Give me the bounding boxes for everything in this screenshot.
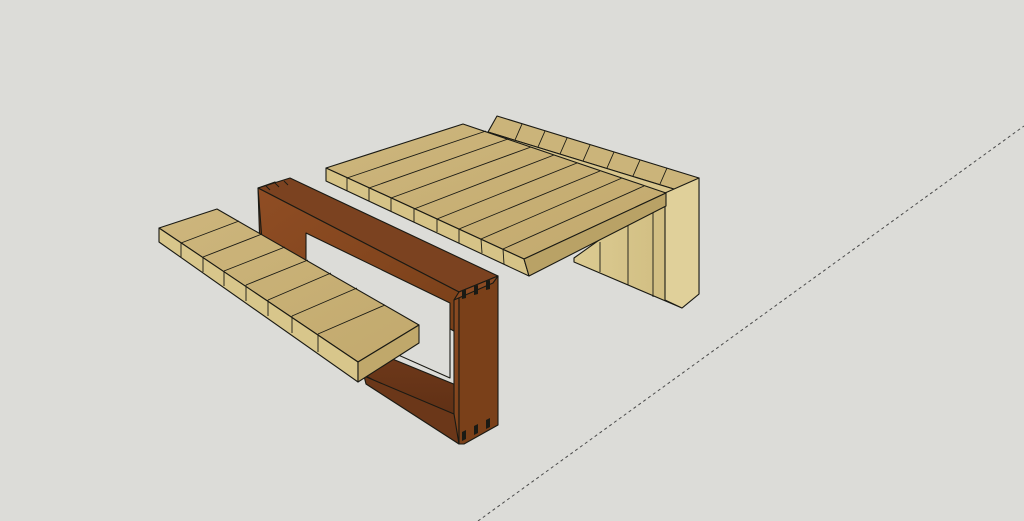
scene-canvas[interactable]: [0, 0, 1024, 521]
model-viewport[interactable]: [0, 0, 1024, 521]
